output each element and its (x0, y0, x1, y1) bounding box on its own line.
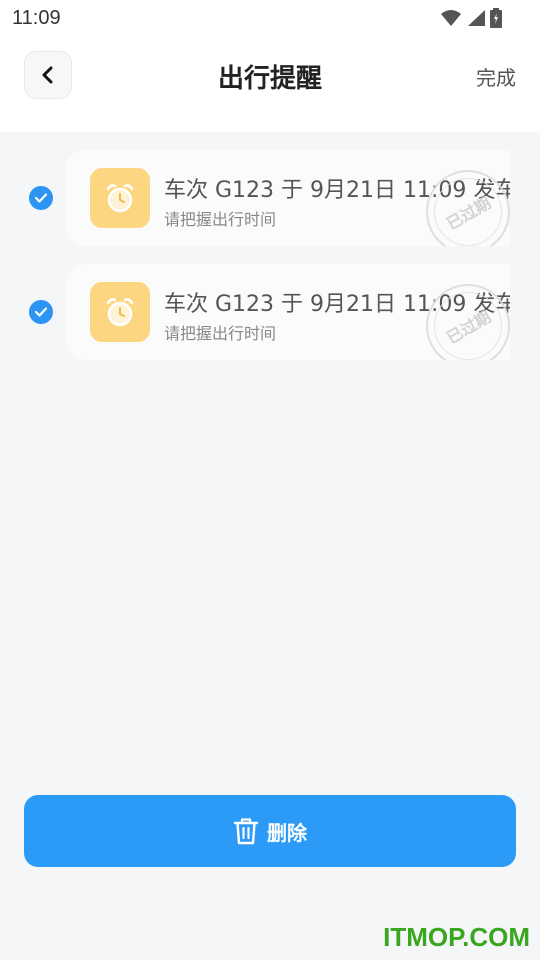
status-icons (440, 8, 502, 28)
list-item[interactable]: 车次 G123 于 9月21日 11:09 发车 请把握出行时间 已过期 (0, 150, 540, 246)
check-icon (34, 307, 48, 317)
watermark-logo: ITMOP.COM (383, 922, 530, 952)
page-title: 出行提醒 (217, 64, 322, 94)
reminder-card[interactable]: 车次 G123 于 9月21日 11:09 发车 请把握出行时间 已过期 (66, 264, 510, 360)
checkbox-checked[interactable] (29, 300, 53, 324)
status-time: 11:09 (12, 7, 61, 29)
reminder-list: 车次 G123 于 9月21日 11:09 发车 请把握出行时间 已过期 车次 … (0, 150, 540, 378)
done-button[interactable]: 完成 (476, 62, 516, 91)
reminder-card[interactable]: 车次 G123 于 9月21日 11:09 发车 请把握出行时间 已过期 (66, 150, 510, 246)
delete-label: 删除 (267, 820, 307, 845)
reminder-subtitle: 请把握出行时间 (164, 210, 277, 229)
signal-icon (468, 10, 485, 26)
battery-icon (490, 8, 502, 28)
alarm-clock-icon (90, 168, 150, 228)
delete-button[interactable]: 删除 (24, 795, 516, 867)
alarm-clock-icon (90, 282, 150, 342)
check-icon (34, 193, 48, 203)
trash-icon (233, 818, 259, 845)
expired-stamp: 已过期 (426, 170, 510, 246)
checkbox-checked[interactable] (29, 186, 53, 210)
header: 出行提醒 完成 (0, 36, 540, 132)
reminder-subtitle: 请把握出行时间 (164, 324, 277, 343)
list-item[interactable]: 车次 G123 于 9月21日 11:09 发车 请把握出行时间 已过期 (0, 264, 540, 360)
status-bar: 11:09 (0, 0, 540, 36)
wifi-icon (441, 10, 461, 26)
expired-stamp: 已过期 (426, 284, 510, 360)
